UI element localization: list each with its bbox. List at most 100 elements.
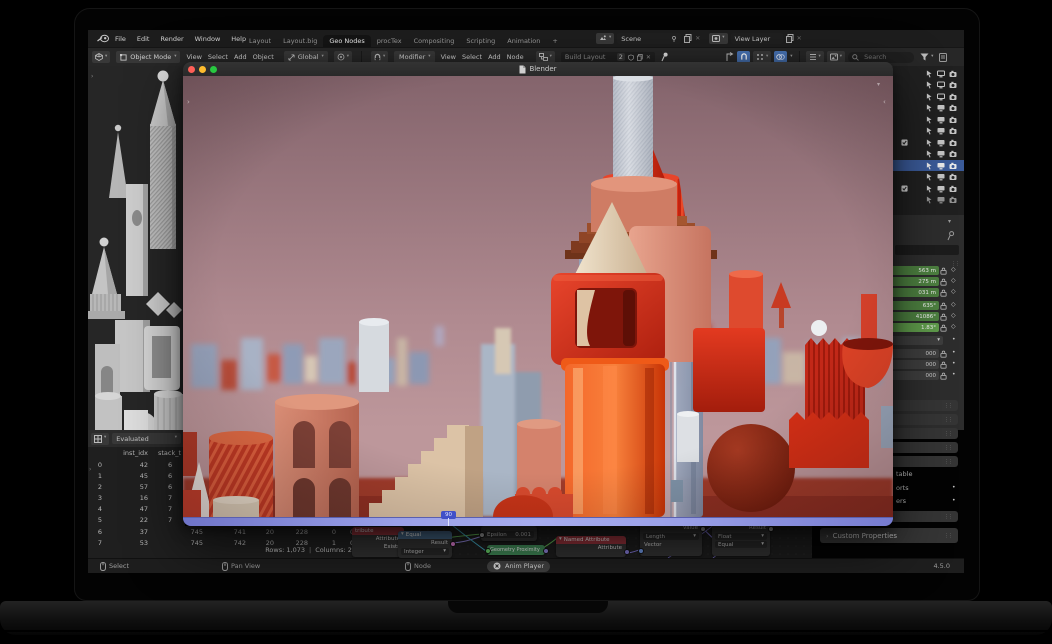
hide-viewport-icon[interactable]	[937, 196, 945, 204]
outliner-row[interactable]	[893, 172, 964, 183]
outliner-row[interactable]	[893, 183, 964, 194]
disable-render-icon[interactable]	[949, 185, 957, 193]
tab-compositing[interactable]: Compositing	[408, 35, 461, 47]
vp-menu-add[interactable]: Add	[234, 53, 247, 61]
lock-icon[interactable]	[940, 372, 947, 380]
outliner-row-selected[interactable]	[893, 160, 964, 171]
disable-render-icon[interactable]	[949, 139, 957, 147]
parent-toggle-icon[interactable]	[725, 52, 734, 62]
outliner-row[interactable]	[893, 91, 964, 102]
outliner-filter-button[interactable]: ▾	[917, 51, 936, 63]
equal-type-field[interactable]: Integer▾	[401, 548, 449, 555]
vp-menu-select[interactable]: Select	[208, 53, 228, 61]
keyframe-diamond-icon[interactable]: ◇	[951, 312, 956, 319]
outliner-row[interactable]	[893, 103, 964, 114]
tab-geo-nodes[interactable]: Geo Nodes	[323, 35, 370, 47]
hide-viewport-icon[interactable]	[937, 116, 945, 124]
node-named-attribute-a[interactable]: tribute Attribute Exists	[352, 527, 404, 557]
node-geometry-proximity[interactable]: Geometry Proximity	[487, 545, 545, 555]
pin-icon[interactable]	[947, 231, 955, 241]
socket-vector-in[interactable]	[638, 548, 644, 554]
vector-op-field[interactable]: Length▾	[643, 533, 699, 540]
socket-attribute-out[interactable]	[624, 549, 630, 555]
outliner-row[interactable]	[893, 149, 964, 160]
node-tree-name-field[interactable]: Build Layout 2 ✕	[561, 52, 655, 63]
keyframe-diamond-icon[interactable]: ◇	[951, 266, 956, 273]
tab-scripting[interactable]: Scripting	[460, 35, 501, 47]
editor-type-button[interactable]: ▾	[92, 51, 110, 63]
outliner-row[interactable]	[893, 68, 964, 79]
disable-render-icon[interactable]	[949, 196, 957, 204]
tab-layout-big[interactable]: Layout.big	[277, 35, 323, 47]
outliner-row[interactable]	[893, 126, 964, 137]
nd-menu-add[interactable]: Add	[488, 53, 501, 61]
keyframe-diamond-icon[interactable]: ◇	[951, 277, 956, 284]
lock-icon[interactable]	[940, 361, 947, 369]
lock-icon[interactable]	[940, 278, 947, 286]
hide-viewport-icon[interactable]	[937, 162, 945, 170]
pin-icon[interactable]	[671, 35, 677, 43]
object-name-field[interactable]	[895, 245, 959, 255]
nd-menu-view[interactable]: View	[441, 53, 456, 61]
tab-animation[interactable]: Animation	[501, 35, 546, 47]
viewport-3d-canvas[interactable]: ›	[88, 66, 185, 430]
hide-viewport-icon[interactable]	[937, 139, 945, 147]
keyframe-diamond-icon[interactable]: ◇	[951, 323, 956, 330]
dataset-dropdown[interactable]: Evaluated ▾	[112, 433, 181, 444]
floating-render-window[interactable]: Blender	[183, 62, 893, 526]
hide-viewport-icon[interactable]	[937, 173, 945, 181]
hide-viewport-icon[interactable]	[937, 150, 945, 158]
users-count-badge[interactable]: 2	[617, 53, 625, 61]
menu-edit[interactable]: Edit	[137, 35, 150, 43]
select-pointer-icon[interactable]	[926, 139, 933, 147]
new-scene-icon[interactable]	[684, 34, 692, 43]
new-node-tree-icon[interactable]	[637, 54, 643, 61]
checkbox-checked[interactable]	[901, 139, 908, 146]
cancel-circle-icon[interactable]	[493, 562, 501, 570]
animate-dot-icon[interactable]: •	[952, 484, 956, 491]
socket-value-out[interactable]	[700, 526, 706, 532]
timeline-strip[interactable]: 90	[183, 517, 893, 526]
socket-result-out[interactable]	[450, 541, 456, 547]
select-pointer-icon[interactable]	[926, 196, 933, 204]
hide-viewport-icon[interactable]	[937, 81, 945, 89]
vp-menu-object[interactable]: Object	[253, 53, 274, 61]
outliner-options-icon[interactable]	[939, 53, 947, 62]
select-pointer-icon[interactable]	[926, 150, 933, 158]
properties-dropdown-icon[interactable]: ▾	[948, 219, 951, 225]
lock-icon[interactable]	[940, 350, 947, 358]
animate-dot-icon[interactable]: •	[952, 360, 956, 367]
outliner-search[interactable]	[848, 52, 914, 63]
window-titlebar[interactable]: Blender	[183, 62, 893, 76]
menu-file[interactable]: File	[115, 35, 126, 43]
mode-dropdown[interactable]: Object Mode ▾	[116, 51, 180, 63]
disable-render-icon[interactable]	[949, 70, 957, 78]
lock-icon[interactable]	[940, 289, 947, 297]
select-pointer-icon[interactable]	[926, 81, 933, 89]
compare-type-field[interactable]: Float▾	[715, 533, 767, 540]
view-layer-name-field[interactable]: View Layer	[731, 33, 783, 44]
menu-window[interactable]: Window	[195, 35, 221, 43]
socket-epsilon-in[interactable]	[479, 532, 485, 538]
scene-name-field[interactable]: Scene	[617, 33, 681, 44]
node-epsilon-body[interactable]: Epsilon0.001	[481, 526, 537, 541]
disable-render-icon[interactable]	[949, 127, 957, 135]
unlink-scene-icon[interactable]: ✕	[695, 35, 700, 42]
remove-view-layer-icon[interactable]: ✕	[797, 35, 802, 42]
disable-render-icon[interactable]	[949, 81, 957, 89]
search-input[interactable]	[862, 52, 906, 62]
outliner-row[interactable]	[893, 195, 964, 206]
hide-viewport-icon[interactable]	[937, 127, 945, 135]
socket-proximity-out[interactable]	[543, 548, 549, 554]
anim-player-button[interactable]: Anim Player	[487, 561, 550, 572]
compare-op-field[interactable]: Equal▾	[715, 541, 767, 548]
outliner-row[interactable]	[893, 114, 964, 125]
animate-dot-icon[interactable]: •	[952, 336, 956, 343]
animate-dot-icon[interactable]: •	[952, 371, 956, 378]
column-stack-t[interactable]: stack_t	[158, 449, 183, 457]
custom-properties-panel[interactable]: › Custom Properties ⋮⋮	[820, 528, 958, 543]
lock-icon[interactable]	[940, 324, 947, 332]
nd-menu-node[interactable]: Node	[507, 53, 524, 61]
new-view-layer-icon[interactable]	[786, 34, 794, 43]
keyframe-diamond-icon[interactable]: ◇	[951, 301, 956, 308]
